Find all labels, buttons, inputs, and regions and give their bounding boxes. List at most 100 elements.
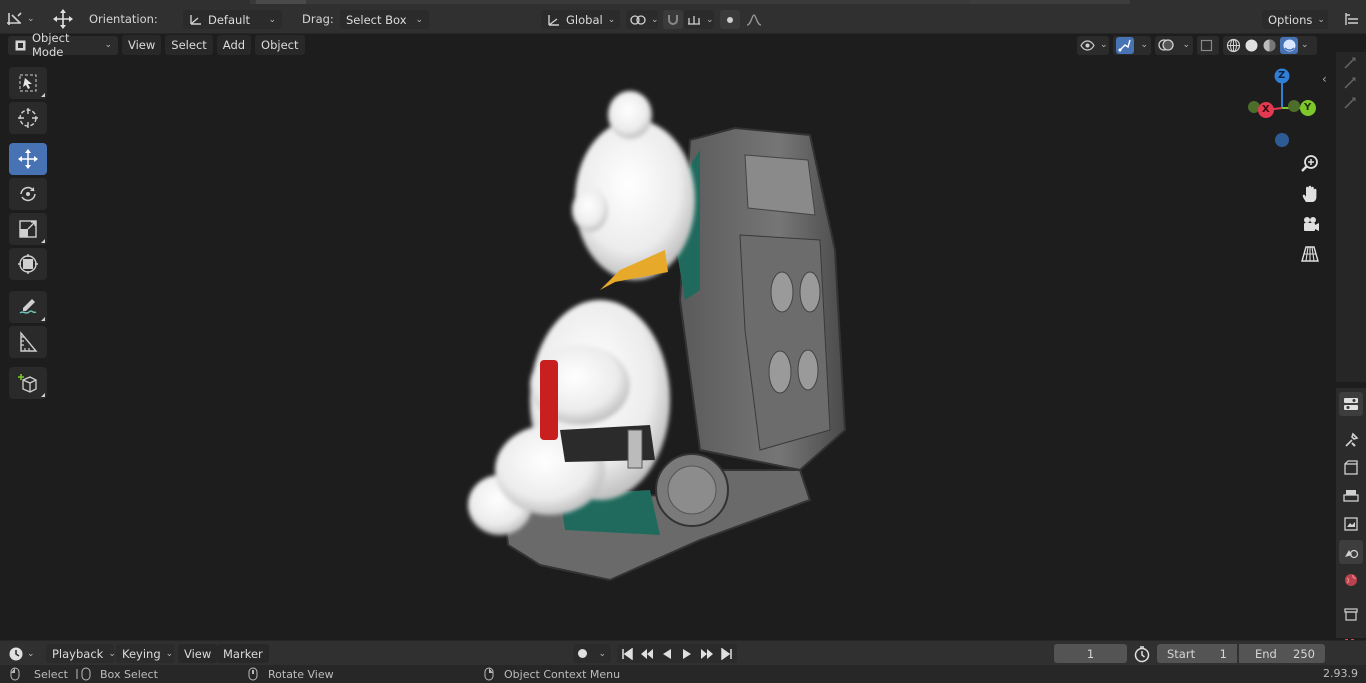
active-workspace-tab[interactable]	[256, 0, 306, 4]
tool-add-cube[interactable]	[9, 367, 47, 399]
pan-button[interactable]	[1296, 180, 1324, 208]
use-preview-range-button[interactable]	[1133, 645, 1151, 663]
current-frame-field[interactable]: 1	[1054, 644, 1127, 663]
chevron-down-icon: ⌄	[268, 14, 276, 25]
snap-increment-icon	[687, 14, 701, 26]
status-context-hint: Object Context Menu	[484, 667, 620, 681]
status-select-hint: Select	[10, 667, 68, 681]
zoom-magnifier-icon	[1300, 154, 1320, 174]
active-tool-move-icon[interactable]	[52, 8, 74, 30]
transform-tool-icon	[6, 11, 24, 27]
chevron-down-icon: ⌄	[165, 648, 174, 659]
wireframe-shading-icon[interactable]	[1226, 38, 1241, 53]
status-box-select-hint: Box Select	[76, 667, 158, 681]
timeline-editor-type[interactable]: ⌄	[8, 644, 40, 663]
scene-properties-icon[interactable]	[1339, 540, 1363, 564]
menu-add[interactable]: Add	[216, 35, 252, 55]
tool-measure[interactable]	[9, 326, 47, 358]
snap-toggle-button[interactable]	[663, 10, 683, 29]
tool-options-corner	[41, 317, 45, 321]
collection-properties-icon[interactable]	[1339, 602, 1363, 626]
status-box-select-label: Box Select	[100, 667, 158, 681]
menu-view[interactable]: View	[122, 35, 162, 55]
tool-scale[interactable]	[9, 213, 47, 245]
rendered-shading-icon[interactable]	[1280, 36, 1298, 54]
right-region-tabs	[1336, 52, 1366, 382]
scene-illustration	[468, 91, 847, 582]
drag-value: Select Box	[346, 12, 407, 27]
render-properties-icon[interactable]	[1339, 456, 1363, 480]
options-dropdown[interactable]: Options ⌄	[1262, 10, 1328, 29]
play-icon[interactable]	[677, 648, 697, 660]
zoom-button[interactable]	[1296, 150, 1324, 178]
solid-shading-icon[interactable]	[1244, 38, 1259, 53]
jump-end-icon[interactable]	[717, 647, 737, 660]
play-reverse-icon[interactable]	[657, 648, 677, 660]
view-layer-properties-icon[interactable]	[1339, 512, 1363, 536]
transform-icon	[17, 253, 39, 275]
timeline-view-menu[interactable]: View	[178, 644, 218, 663]
end-frame-field[interactable]: End 250	[1239, 644, 1325, 663]
playback-menu[interactable]: Playback ⌄	[46, 644, 116, 663]
orientation-label: Orientation:	[89, 12, 158, 26]
proportional-dot-icon	[727, 16, 733, 23]
world-properties-icon[interactable]	[1339, 568, 1363, 592]
prev-keyframe-icon[interactable]	[637, 648, 657, 660]
camera-view-button[interactable]	[1296, 210, 1324, 238]
start-frame-field[interactable]: Start 1	[1157, 644, 1237, 663]
transform-orientation-dropdown[interactable]: Global ⌄	[541, 10, 620, 29]
tool-properties-icon[interactable]	[1339, 428, 1363, 452]
transform-orientation-value: Global	[566, 12, 603, 27]
overlays-toggle[interactable]: ⌄	[1155, 35, 1193, 55]
tool-move[interactable]	[9, 143, 47, 175]
navigation-gizmo[interactable]: Z Y X	[1240, 64, 1326, 154]
auto-keying-toggle[interactable]: ⌄	[573, 644, 611, 663]
output-properties-icon[interactable]	[1339, 484, 1363, 508]
sidebar-toggle-arrow[interactable]: ‹	[1322, 72, 1327, 86]
orientation-value: Default	[208, 12, 251, 27]
orientation-dropdown[interactable]: Default ⌄	[183, 10, 282, 29]
jump-start-icon[interactable]	[617, 647, 637, 660]
status-rotate-hint: Rotate View	[248, 667, 334, 681]
menu-select[interactable]: Select	[165, 35, 213, 55]
overlay-icon	[1158, 38, 1174, 52]
drag-dropdown[interactable]: Select Box ⌄	[340, 10, 429, 29]
proportional-edit-button[interactable]	[720, 10, 740, 29]
viewport-render[interactable]	[60, 60, 1330, 638]
tool-transform[interactable]	[9, 248, 47, 280]
tool-annotate[interactable]	[9, 291, 47, 323]
object-mode-dropdown[interactable]: Object Mode ⌄	[8, 31, 118, 59]
properties-tabs	[1336, 388, 1366, 645]
playback-controls	[617, 644, 737, 663]
next-keyframe-icon[interactable]	[697, 648, 717, 660]
editor-type-button[interactable]: ⌄	[6, 9, 40, 29]
material-shading-icon[interactable]	[1262, 38, 1277, 53]
outliner-editor-icon[interactable]	[1340, 8, 1364, 30]
chevron-down-icon: ⌄	[108, 648, 116, 659]
status-rotate-label: Rotate View	[268, 667, 334, 681]
view-tab-icon[interactable]	[1343, 96, 1357, 110]
pivot-point-dropdown[interactable]: ⌄	[626, 10, 659, 29]
tool-rotate[interactable]	[9, 178, 47, 210]
perspective-toggle-button[interactable]	[1296, 240, 1324, 268]
properties-editor-type-icon[interactable]	[1339, 392, 1363, 416]
header-top-right-field[interactable]	[970, 0, 1130, 4]
keying-menu[interactable]: Keying ⌄	[116, 644, 174, 663]
tool-options-corner	[41, 239, 45, 243]
keying-label: Keying	[122, 646, 161, 661]
menu-object[interactable]: Object	[255, 35, 305, 55]
item-tab-icon[interactable]	[1343, 76, 1357, 90]
rotate-icon	[17, 183, 39, 205]
visibility-dropdown[interactable]: ⌄	[1077, 35, 1109, 55]
tool-tab-icon[interactable]	[1343, 56, 1357, 70]
falloff-button[interactable]	[741, 10, 767, 29]
chevron-down-icon: ⌄	[1182, 40, 1190, 50]
timeline-marker-menu[interactable]: Marker	[217, 644, 269, 663]
xray-toggle[interactable]	[1197, 35, 1219, 55]
tool-cursor[interactable]	[9, 102, 47, 134]
snap-target-dropdown[interactable]: ⌄	[684, 10, 714, 29]
gizmo-toggle[interactable]: ⌄	[1113, 35, 1151, 55]
viewport-header: Object Mode ⌄ View Select Add Object	[8, 31, 305, 59]
tool-select-box[interactable]	[9, 67, 47, 99]
hand-icon	[1300, 184, 1320, 204]
